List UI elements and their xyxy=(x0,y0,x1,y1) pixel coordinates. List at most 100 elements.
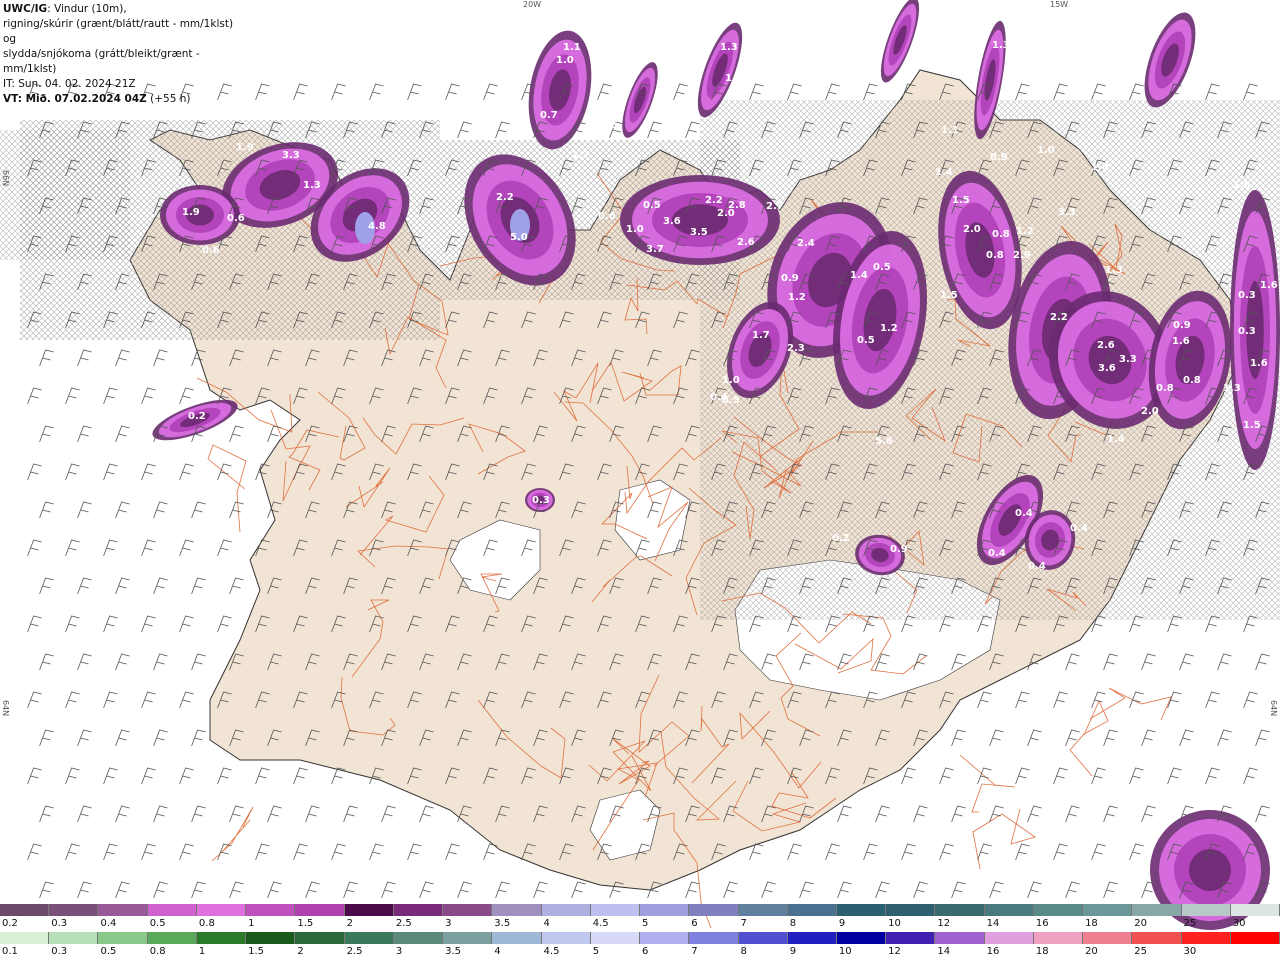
wind-barb xyxy=(1027,805,1042,823)
rain-legend-labels: 0.1 0.3 0.5 0.8 1 1.5 2 2.5 3 3.5 4 4.5 5 6 7 8 9 10 12 14 1… xyxy=(0,946,1280,960)
wind-barb xyxy=(141,615,156,633)
legend-swatch xyxy=(1181,932,1231,944)
legend-label: 5 xyxy=(592,946,600,957)
precip-value-label: 1.4 xyxy=(935,167,953,178)
legend-swatch xyxy=(393,904,444,916)
wind-barb xyxy=(875,881,890,899)
precip-value-label: 1.7 xyxy=(572,150,590,161)
legend-swatch xyxy=(1083,932,1133,944)
wind-barb xyxy=(179,767,194,785)
precip-band xyxy=(528,30,592,150)
wind-barb xyxy=(65,843,80,861)
wind-barb xyxy=(863,83,878,101)
precip-value-label: 3.5 xyxy=(690,227,708,238)
wind-barb xyxy=(1091,83,1106,101)
legend-label: 14 xyxy=(986,918,1000,929)
weather-map[interactable]: 0.2 1.1 1.0 1.3 1.2 0.7 0.5 1.9 3.3 1.3 1.9 0.6 0.6 4… xyxy=(0,0,1280,930)
wind-barb xyxy=(419,805,434,823)
wind-barb xyxy=(39,501,54,519)
wind-barb xyxy=(1129,691,1144,709)
legend-label: 0.3 xyxy=(51,946,68,957)
wind-barb xyxy=(419,881,434,899)
wind-barb xyxy=(141,539,156,557)
precip-value-label: 0.6 xyxy=(598,211,616,222)
legend-swatch xyxy=(492,904,542,916)
wind-barb xyxy=(65,539,80,557)
legend-label: 1.5 xyxy=(248,946,265,957)
wind-barb xyxy=(901,767,916,785)
hatch-zone-westfjords xyxy=(0,130,130,260)
wind-barb xyxy=(153,577,168,595)
wind-barb xyxy=(799,881,814,899)
precip-value-label: 1.2 xyxy=(880,323,898,334)
precip-value-label: 5.0 xyxy=(510,232,528,243)
wind-barb xyxy=(141,387,156,405)
precip-value-label: 1.6 xyxy=(1250,358,1268,369)
legend-label: 0.5 xyxy=(100,946,117,957)
legend-swatch xyxy=(836,904,887,916)
wind-barb xyxy=(407,843,422,861)
legend-swatch xyxy=(541,932,591,944)
wind-barb xyxy=(305,881,320,899)
wind-barb xyxy=(673,83,688,101)
legend-swatch xyxy=(393,932,444,944)
legend-swatch xyxy=(0,904,50,916)
precip-value-label: 1.3 xyxy=(720,42,738,53)
wind-barb xyxy=(217,843,232,861)
wind-barb xyxy=(1243,83,1258,101)
legend-label: 4.5 xyxy=(592,918,609,929)
wind-barb xyxy=(1255,805,1270,823)
wind-barb xyxy=(445,83,460,101)
wind-barb xyxy=(951,729,966,747)
precip-value-label: 1.0 xyxy=(722,375,740,386)
header-it: IT: Sun. 04. 02. 2024 21Z xyxy=(3,78,136,90)
legend-swatch xyxy=(590,904,641,916)
precip-value-label: 0.6 xyxy=(86,494,104,505)
legend-label: 25 xyxy=(1134,946,1148,957)
precip-value-label: 1.6 xyxy=(1172,336,1190,347)
legend-label: 4.5 xyxy=(543,946,560,957)
precip-value-label: 0.5 xyxy=(873,262,891,273)
legend-label: 9 xyxy=(789,946,797,957)
precip-value-label: 0.5 xyxy=(643,200,661,211)
legend-swatch xyxy=(1230,932,1280,944)
legend-swatch xyxy=(1132,904,1182,916)
precip-value-label: 1.3 xyxy=(1105,265,1123,276)
precip-value-label: 1.8 xyxy=(1091,162,1109,173)
wind-barb xyxy=(229,805,244,823)
precip-value-label: 2.4 xyxy=(797,238,815,249)
wind-barb xyxy=(191,653,206,671)
legend-label: 4 xyxy=(543,918,550,929)
wind-barb xyxy=(1103,653,1118,671)
wind-barb xyxy=(115,653,130,671)
header-vt: VT: Mið. 07.02.2024 04Z (+55 h) xyxy=(3,92,240,107)
wind-barb xyxy=(457,881,472,899)
legend-swatch xyxy=(344,904,394,916)
wind-barb xyxy=(229,881,244,899)
wind-barb xyxy=(875,805,890,823)
legend-swatch xyxy=(935,932,985,944)
precip-value-label: 1.5 xyxy=(940,290,958,301)
wind-barb xyxy=(229,425,244,443)
wind-barb xyxy=(1255,729,1270,747)
wind-barb xyxy=(27,387,42,405)
precip-value-label: 0.8 xyxy=(986,250,1004,261)
legend-swatch xyxy=(196,904,247,916)
legend-label: 3.5 xyxy=(494,918,511,929)
precip-value-label: 3.6 xyxy=(663,216,681,227)
wind-barb xyxy=(293,767,308,785)
wind-barb xyxy=(141,463,156,481)
legend-swatch xyxy=(246,932,296,944)
wind-barb xyxy=(27,463,42,481)
legend-swatch xyxy=(344,932,394,944)
wind-barb xyxy=(217,539,232,557)
wind-barb xyxy=(571,881,586,899)
precip-value-label: 1.2 xyxy=(788,292,806,303)
precip-value-label: 1.0 xyxy=(1260,5,1278,16)
precip-value-label: 3.3 xyxy=(282,150,300,161)
legend-swatch xyxy=(1230,904,1280,916)
wind-barb xyxy=(153,653,168,671)
legend-label: 6 xyxy=(642,946,649,957)
legend-swatch xyxy=(1033,932,1084,944)
wind-barb xyxy=(989,729,1004,747)
